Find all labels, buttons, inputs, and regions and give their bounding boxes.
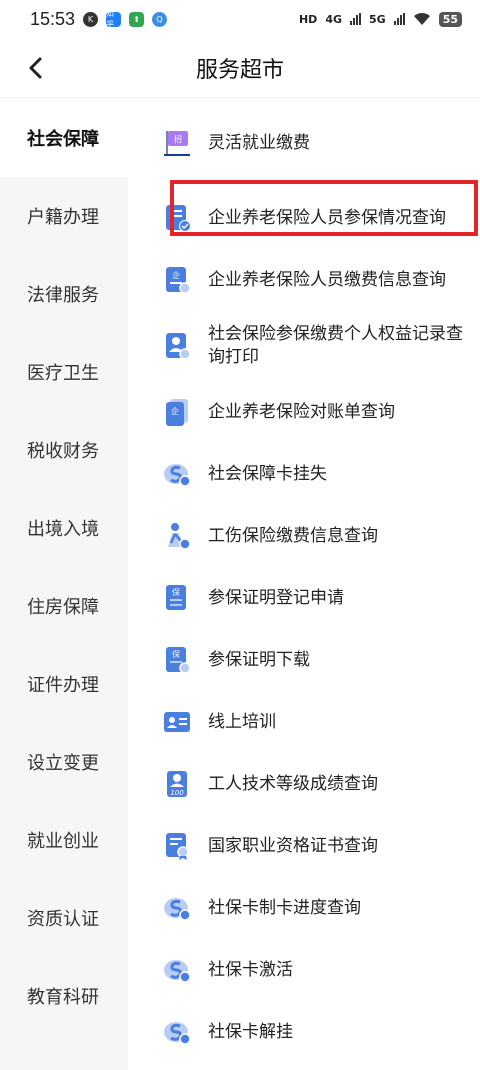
category-label: 医疗卫生 [27,363,99,384]
service-label: 工人技术等级成绩查询 [208,773,378,794]
category-legal-services[interactable]: 法律服务 [0,255,128,333]
category-household-registration[interactable]: 户籍办理 [0,177,128,255]
svg-text:企: 企 [172,270,180,280]
worker-score-icon: 100 [167,771,187,797]
status-time: 15:53 [30,8,76,29]
nav-bar: 服务超市 [0,38,480,98]
service-label: 线上培训 [208,711,276,732]
person-document-icon [166,333,191,360]
service-item-personal-rights-record[interactable]: 社会保险参保缴费个人权益记录查询打印 [128,311,480,381]
service-label: 国家职业资格证书查询 [208,835,378,856]
category-entry-exit[interactable]: 出境入境 [0,489,128,567]
document-enterprise-icon: 企 [166,267,191,294]
service-item-injury-insurance-query[interactable]: 工伤保险缴费信息查询 [128,505,480,567]
status-bar: 15:53 K 知乎 ⬆ Q HD 4G 5G 55 [0,0,480,38]
svg-text:100: 100 [170,789,184,797]
k-app-icon: K [83,11,99,27]
category-housing[interactable]: 住房保障 [0,567,128,645]
category-label: 设立变更 [27,753,99,774]
svg-text:招: 招 [174,134,182,144]
service-item-online-training[interactable]: 线上培训 [128,691,480,753]
zhihu-icon: 知乎 [106,9,122,29]
category-label: 资质认证 [27,909,99,930]
service-item-pension-statement-query[interactable]: 企 企业养老保险对账单查询 [128,381,480,443]
wifi-icon [413,12,430,25]
category-label: 证件办理 [27,675,99,696]
service-item-vocational-certificate[interactable]: 国家职业资格证书查询 [128,815,480,877]
injury-person-icon [168,523,191,550]
svg-text:保: 保 [172,587,180,597]
category-certificates[interactable]: 证件办理 [0,645,128,723]
upload-app-icon: ⬆ [129,11,145,27]
battery-icon: 55 [438,11,462,27]
signal-icon [350,13,361,25]
service-label: 企业养老保险人员参保情况查询 [208,207,446,228]
category-education-research[interactable]: 教育科研 [0,957,128,1035]
category-label: 出境入境 [27,519,99,540]
q-app-icon: Q [152,11,168,27]
service-item-flexible-employment[interactable]: 招 灵活就业缴费 [128,99,480,187]
service-list: 招 灵活就业缴费 企业养老保险人员参保情况查询 企 企业养老保险人员缴费信息查询 [128,99,480,1070]
document-insurance-icon: 保 [166,585,186,610]
id-card-icon [164,712,190,732]
social-security-card-icon [164,464,191,487]
service-label: 工伤保险缴费信息查询 [208,525,378,546]
category-social-security[interactable]: 社会保障 [0,99,128,177]
service-label: 社保卡解挂 [208,1021,293,1042]
service-item-card-activation[interactable]: 社保卡激活 [128,939,480,1001]
category-label: 住房保障 [27,597,99,618]
signal-icon [393,13,405,25]
5g-label: 5G [369,12,386,26]
category-label: 就业创业 [27,831,99,852]
service-label: 参保证明下载 [208,649,310,670]
svg-text:企: 企 [171,406,179,416]
hd-icon: HD [298,12,318,26]
service-item-pension-payment-query[interactable]: 企 企业养老保险人员缴费信息查询 [128,249,480,311]
document-check-icon [166,205,191,232]
service-item-card-loss-report[interactable]: 社会保障卡挂失 [128,443,480,505]
page-title: 服务超市 [195,57,284,83]
service-item-worker-skill-score[interactable]: 100 工人技术等级成绩查询 [128,753,480,815]
category-label: 户籍办理 [27,207,99,228]
category-label: 税收财务 [27,441,99,462]
social-security-card-icon [164,898,191,921]
category-tax-finance[interactable]: 税收财务 [0,411,128,489]
svg-text:保: 保 [172,649,180,659]
category-qualification[interactable]: 资质认证 [0,879,128,957]
category-label: 法律服务 [27,285,99,306]
service-label: 灵活就业缴费 [208,132,310,153]
flag-icon: 招 [164,131,190,156]
service-label: 社会保险参保缴费个人权益记录查询打印 [208,324,463,367]
service-label: 社保卡制卡进度查询 [208,897,361,918]
service-label: 企业养老保险对账单查询 [208,401,395,422]
4g-label: 4G [325,12,342,26]
chevron-left-icon[interactable] [22,54,50,82]
service-label: 企业养老保险人员缴费信息查询 [208,269,446,290]
service-label: 社会保障卡挂失 [208,463,327,484]
category-establishment-change[interactable]: 设立变更 [0,723,128,801]
service-label: 参保证明登记申请 [208,587,344,608]
document-enterprise-icon: 企 [166,399,188,426]
service-item-card-production-progress[interactable]: 社保卡制卡进度查询 [128,877,480,939]
document-download-icon: 保 [166,647,191,674]
service-item-pension-enrollment-query[interactable]: 企业养老保险人员参保情况查询 [128,187,480,249]
category-employment[interactable]: 就业创业 [0,801,128,879]
certificate-icon [166,833,189,860]
service-item-card-unfreeze[interactable]: 社保卡解挂 [128,1001,480,1063]
social-security-card-icon [164,1022,191,1045]
category-label: 社会保障 [27,129,99,150]
service-item-insurance-proof-download[interactable]: 保 参保证明下载 [128,629,480,691]
service-label: 社保卡激活 [208,959,293,980]
service-item-insurance-proof-application[interactable]: 保 参保证明登记申请 [128,567,480,629]
category-label: 教育科研 [27,987,99,1008]
category-medical-health[interactable]: 医疗卫生 [0,333,128,411]
category-sidebar: 社会保障 户籍办理 法律服务 医疗卫生 税收财务 出境入境 住房保障 证件办理 … [0,99,128,1070]
social-security-card-icon [164,960,191,983]
